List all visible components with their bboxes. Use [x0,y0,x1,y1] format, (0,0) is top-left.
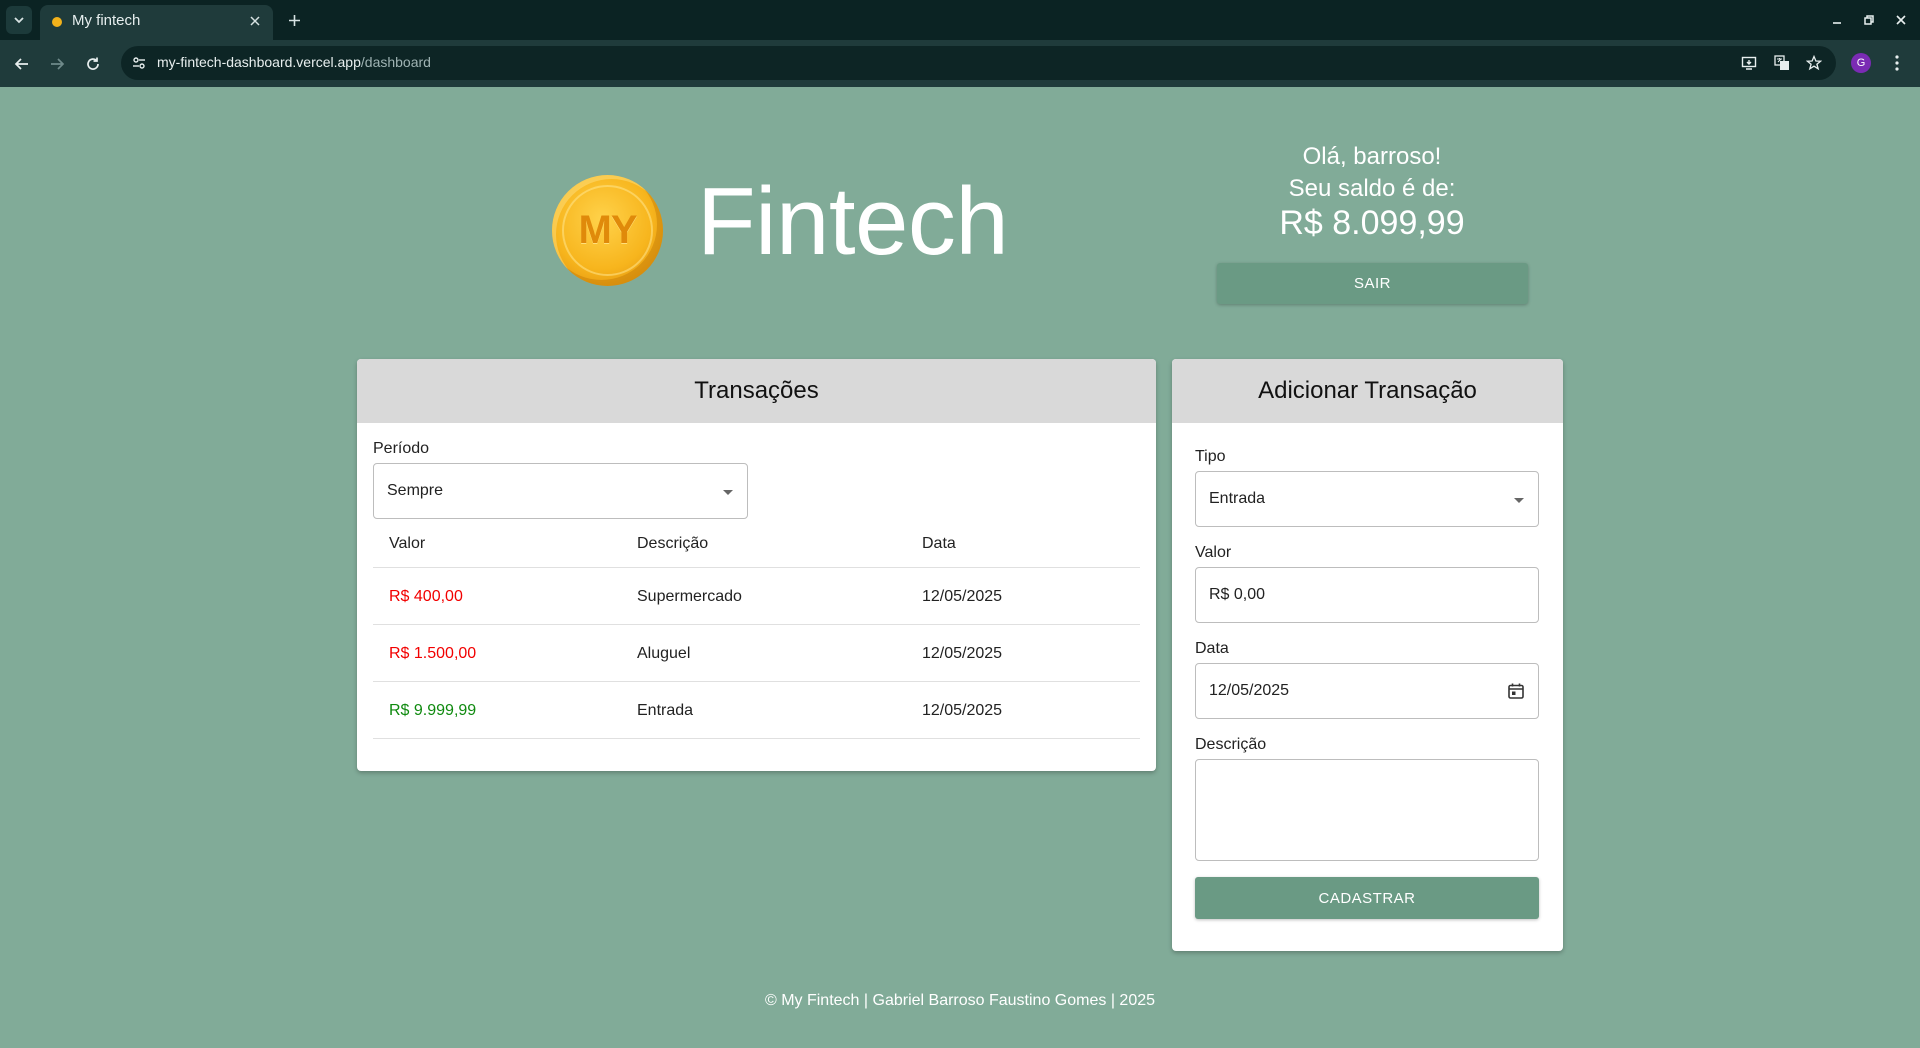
chevron-down-icon [14,17,24,24]
transaction-description: Aluguel [637,645,691,662]
address-bar[interactable]: my-fintech-dashboard.vercel.app/dashboar… [121,46,1836,80]
browser-toolbar: my-fintech-dashboard.vercel.app/dashboar… [0,40,1920,87]
column-header-descricao: Descrição [637,535,709,552]
transaction-value: R$ 1.500,00 [389,645,477,662]
favicon-icon [52,17,62,27]
browser-tab[interactable]: My fintech [40,5,273,40]
register-button[interactable]: CADASTRAR [1195,877,1539,919]
date-label: Data [1195,640,1229,657]
period-select[interactable]: Sempre [373,463,748,519]
column-header-valor: Valor [389,535,426,552]
date-input[interactable]: 12/05/2025 [1195,663,1539,719]
value-input[interactable]: R$ 0,00 [1195,567,1539,623]
transaction-date: 12/05/2025 [922,588,1003,605]
balance-value: R$ 8.099,99 [1279,204,1465,242]
url-text: my-fintech-dashboard.vercel.app/dashboar… [157,54,431,70]
transaction-description: Entrada [637,702,694,719]
column-header-data: Data [922,535,956,552]
balance-label: Seu saldo é de: [1288,175,1456,202]
add-transaction-card: Adicionar Transação Tipo Entrada Valor R… [1172,359,1563,951]
forward-arrow-icon[interactable] [44,51,70,77]
bookmark-star-icon[interactable] [1803,53,1825,73]
site-settings-icon[interactable] [129,53,149,73]
coin-logo-text: MY [578,208,638,252]
install-app-icon[interactable] [1738,53,1760,73]
type-select-value: Entrada [1209,490,1266,507]
period-label: Período [373,440,430,457]
logout-button[interactable]: SAIR [1217,263,1528,304]
url-host: my-fintech-dashboard.vercel.app [157,54,361,70]
profile-avatar[interactable]: G [1851,53,1871,73]
close-window-icon[interactable] [1888,8,1914,32]
transactions-title: Transações [357,359,1156,423]
period-select-value: Sempre [387,482,444,499]
dropdown-caret-icon [723,490,733,495]
transaction-value: R$ 9.999,99 [389,702,477,719]
transaction-value: R$ 400,00 [389,588,463,605]
greeting: Olá, barroso! [1302,143,1442,170]
tab-close-icon[interactable] [245,11,265,31]
description-label: Descrição [1195,736,1267,753]
transaction-date: 12/05/2025 [922,702,1003,719]
transactions-table: Valor Descrição Data R$ 400,00 Supermerc… [373,521,1140,739]
translate-icon[interactable] [1771,53,1793,73]
table-row: R$ 400,00 Supermercado 12/05/2025 [373,568,1140,625]
table-row: R$ 9.999,99 Entrada 12/05/2025 [373,682,1140,739]
table-row: R$ 1.500,00 Aluguel 12/05/2025 [373,625,1140,682]
transaction-date: 12/05/2025 [922,645,1003,662]
tab-list-button[interactable] [6,6,32,34]
browser-tab-bar: My fintech [0,0,1920,40]
add-transaction-title: Adicionar Transação [1172,359,1563,423]
back-arrow-icon[interactable] [9,51,35,77]
type-select[interactable]: Entrada [1195,471,1539,527]
value-label: Valor [1195,544,1232,561]
type-label: Tipo [1195,448,1226,465]
reload-icon[interactable] [80,51,106,77]
transaction-description: Supermercado [637,588,742,605]
new-tab-plus-icon[interactable] [282,8,306,32]
dropdown-caret-icon [1514,498,1524,503]
value-input-text: R$ 0,00 [1209,586,1266,603]
calendar-icon[interactable] [1506,681,1526,701]
table-header-row: Valor Descrição Data [373,521,1140,568]
tab-title: My fintech [72,12,141,29]
date-input-text: 12/05/2025 [1209,682,1290,699]
transactions-card: Transações Período Sempre Valor Descriçã… [357,359,1156,771]
minimize-icon[interactable] [1824,8,1850,32]
coin-logo: MY [552,175,663,286]
description-textarea[interactable] [1195,759,1539,861]
footer-text: © My Fintech | Gabriel Barroso Faustino … [764,992,1156,1009]
more-menu-icon[interactable] [1887,53,1907,73]
restore-icon[interactable] [1856,8,1882,32]
brand-title: Fintech [697,168,1009,275]
url-path: /dashboard [360,54,431,70]
